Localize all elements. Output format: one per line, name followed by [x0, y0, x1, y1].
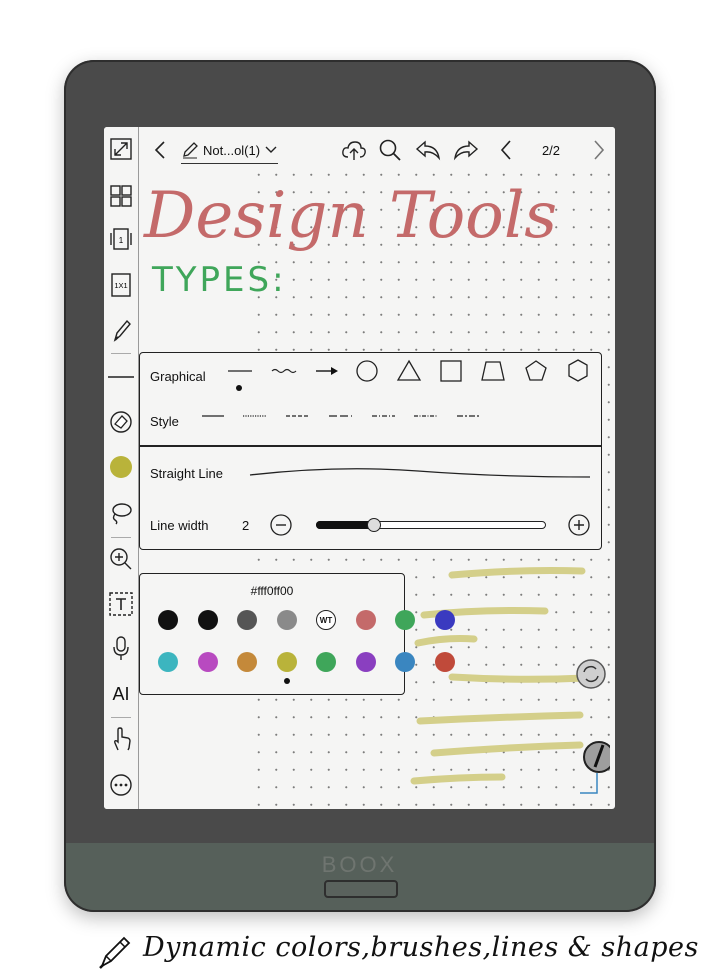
shape-wavy-line-option[interactable]	[271, 368, 297, 374]
page-number: 2/2	[541, 142, 561, 158]
search-icon[interactable]	[376, 136, 404, 164]
pen-cursor-icon[interactable]	[580, 741, 610, 794]
toolbar-divider	[111, 717, 131, 718]
heading-text: Design Tools	[143, 179, 557, 253]
line-icon[interactable]	[108, 364, 134, 390]
pen-icon	[99, 936, 131, 969]
caption: Dynamic colors,brushes,lines & shapes	[0, 932, 719, 972]
back-icon[interactable]	[149, 136, 171, 164]
color-swatch[interactable]	[237, 610, 257, 630]
home-button[interactable]	[324, 880, 398, 898]
previous-page-icon[interactable]	[495, 136, 517, 164]
increase-width-button[interactable]	[568, 514, 590, 536]
color-swatch[interactable]	[276, 610, 297, 630]
plus-icon	[568, 514, 590, 536]
document-title-text: Not...ol(1)	[203, 142, 261, 158]
document-title[interactable]: Not...ol(1)	[181, 139, 279, 164]
color-swatch[interactable]	[158, 610, 178, 630]
single-page-icon[interactable]: 1	[108, 226, 134, 252]
text-box-icon[interactable]	[108, 591, 134, 617]
color-swatch[interactable]	[316, 652, 336, 672]
shape-hexagon-option[interactable]	[568, 359, 588, 382]
hand-touch-icon[interactable]	[108, 726, 134, 752]
color-swatch[interactable]	[355, 610, 376, 630]
expand-icon[interactable]	[108, 136, 134, 162]
color-swatch[interactable]	[237, 652, 257, 672]
color-swatch[interactable]	[197, 652, 218, 672]
line-style-options	[202, 415, 480, 417]
line-type-label: Straight Line	[150, 466, 223, 481]
zoom-in-icon[interactable]	[108, 546, 134, 572]
brand-logo: BOOX	[321, 852, 398, 877]
chevron-down-icon	[265, 146, 277, 153]
svg-text:1X1: 1X1	[114, 281, 127, 290]
next-page-icon[interactable]	[588, 136, 610, 164]
more-icon[interactable]	[108, 772, 134, 798]
one-by-one-icon[interactable]: 1X1	[108, 272, 134, 298]
shape-square-option[interactable]	[440, 360, 462, 382]
slider-knob[interactable]	[367, 518, 381, 532]
highlight-strokes	[410, 567, 590, 785]
color-swatch[interactable]	[434, 610, 455, 630]
shape-triangle-option[interactable]	[396, 359, 422, 381]
microphone-icon[interactable]	[108, 635, 134, 661]
white-swatch[interactable]: WT	[316, 610, 336, 630]
edit-icon	[183, 142, 198, 159]
page-indicator: 2/2	[534, 136, 568, 164]
subheading-text: TYPES:	[151, 260, 287, 300]
straight-line-preview[interactable]	[248, 461, 593, 485]
top-toolbar: Not...ol(1) 2/2	[139, 127, 615, 173]
toolbar-divider	[111, 537, 131, 538]
line-width-label: Line width	[150, 518, 209, 533]
redo-icon[interactable]	[452, 136, 480, 164]
line-width-slider[interactable]	[316, 516, 546, 534]
line-width-value: 2	[242, 518, 250, 533]
panel-divider	[140, 445, 601, 447]
shape-settings-panel: Graphical Style Straight Line Line width…	[139, 352, 602, 550]
svg-text:1: 1	[119, 236, 124, 245]
shape-line-option[interactable]	[228, 370, 252, 391]
color-swatch[interactable]	[395, 652, 415, 672]
caption-text: Dynamic colors,brushes,lines & shapes	[143, 932, 699, 963]
slider-fill	[316, 521, 373, 529]
ai-icon[interactable]: AI	[108, 681, 134, 707]
lasso-icon[interactable]	[108, 500, 134, 526]
color-hex-value: #fff0ff00	[250, 584, 294, 598]
shape-arrow-option[interactable]	[316, 367, 338, 375]
shape-circle-option[interactable]	[356, 360, 378, 382]
color-palette-panel: #fff0ff00 WT	[139, 573, 455, 695]
shape-trapezoid-option[interactable]	[481, 361, 505, 381]
color-swatch[interactable]	[355, 652, 376, 672]
grid-icon[interactable]	[108, 183, 134, 209]
selected-color-indicator	[283, 678, 290, 684]
toolbar-divider	[111, 353, 131, 354]
color-swatch[interactable]	[395, 610, 415, 630]
eraser-icon[interactable]	[108, 409, 134, 435]
undo-icon[interactable]	[414, 136, 442, 164]
shape-options	[228, 359, 588, 391]
white-swatch-label: WT	[319, 615, 333, 625]
color-swatch[interactable]	[197, 610, 218, 630]
sync-icon[interactable]	[576, 659, 606, 689]
graphical-label: Graphical	[150, 369, 206, 384]
left-toolbar: 1 1X1 AI	[104, 127, 139, 809]
color-swatch[interactable]	[158, 652, 178, 672]
color-swatch[interactable]	[434, 652, 455, 672]
style-label: Style	[150, 414, 179, 429]
pen-icon[interactable]	[108, 318, 134, 344]
decrease-width-button[interactable]	[270, 514, 292, 536]
color-dot-icon[interactable]	[108, 454, 134, 480]
color-swatch[interactable]	[276, 652, 297, 672]
cloud-sync-icon[interactable]	[340, 136, 368, 164]
minus-icon	[270, 514, 292, 536]
screen: Design Tools TYPES: 1 1X1 AI Not...ol(1)…	[104, 127, 615, 809]
shape-pentagon-option[interactable]	[525, 360, 547, 381]
